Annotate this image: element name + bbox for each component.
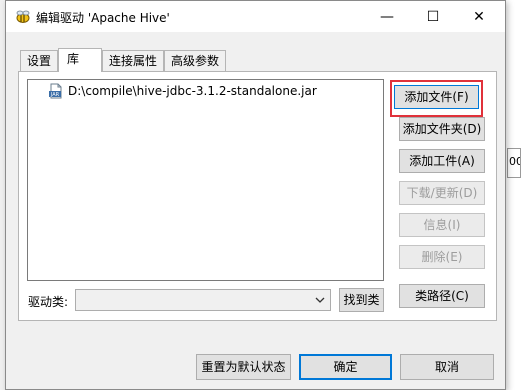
tab-advanced-parameters[interactable]: 高级参数	[164, 50, 227, 72]
maximize-button[interactable]: ☐	[411, 1, 455, 32]
dialog-title: 编辑驱动 'Apache Hive'	[36, 11, 170, 25]
jar-file-icon: JAR	[49, 83, 62, 99]
driver-class-combo[interactable]	[75, 289, 331, 311]
chevron-down-icon	[315, 297, 325, 303]
jar-file-path: D:\compile\hive-jdbc-3.1.2-standalone.ja…	[68, 84, 317, 98]
add-folder-button[interactable]: 添加文件夹(D)	[399, 117, 485, 141]
cancel-button[interactable]: 取消	[400, 354, 494, 380]
edit-driver-dialog: 编辑驱动 'Apache Hive' — ☐ ✕ 设置 库 连接属性 高级参数 …	[5, 0, 506, 390]
title-bar[interactable]: 编辑驱动 'Apache Hive' — ☐ ✕	[6, 1, 505, 32]
class-path-button[interactable]: 类路径(C)	[399, 284, 485, 308]
reset-default-button[interactable]: 重置为默认状态	[196, 354, 291, 380]
tab-strip: 设置 库 连接属性 高级参数	[20, 48, 227, 72]
tab-settings[interactable]: 设置	[20, 50, 59, 72]
tab-library[interactable]: 库	[58, 48, 103, 72]
list-item[interactable]: JAR D:\compile\hive-jdbc-3.1.2-standalon…	[48, 82, 317, 100]
ok-button[interactable]: 确定	[299, 354, 392, 380]
minimize-button[interactable]: —	[365, 1, 409, 32]
info-button[interactable]: 信息(I)	[399, 213, 485, 237]
library-panel: JAR D:\compile\hive-jdbc-3.1.2-standalon…	[18, 71, 497, 321]
background-field-fragment: 00	[507, 148, 521, 178]
driver-class-label: 驱动类:	[28, 295, 69, 309]
close-button[interactable]: ✕	[457, 1, 501, 32]
find-class-button[interactable]: 找到类	[339, 288, 384, 312]
library-file-list[interactable]: JAR D:\compile\hive-jdbc-3.1.2-standalon…	[27, 79, 384, 281]
tab-connection-properties[interactable]: 连接属性	[102, 50, 165, 72]
add-artifact-button[interactable]: 添加工件(A)	[399, 149, 485, 173]
driver-bee-icon	[16, 10, 30, 23]
delete-button[interactable]: 删除(E)	[399, 245, 485, 269]
download-update-button[interactable]: 下载/更新(D)	[399, 181, 485, 205]
svg-text:JAR: JAR	[50, 92, 60, 98]
add-file-button[interactable]: 添加文件(F)	[394, 85, 479, 109]
